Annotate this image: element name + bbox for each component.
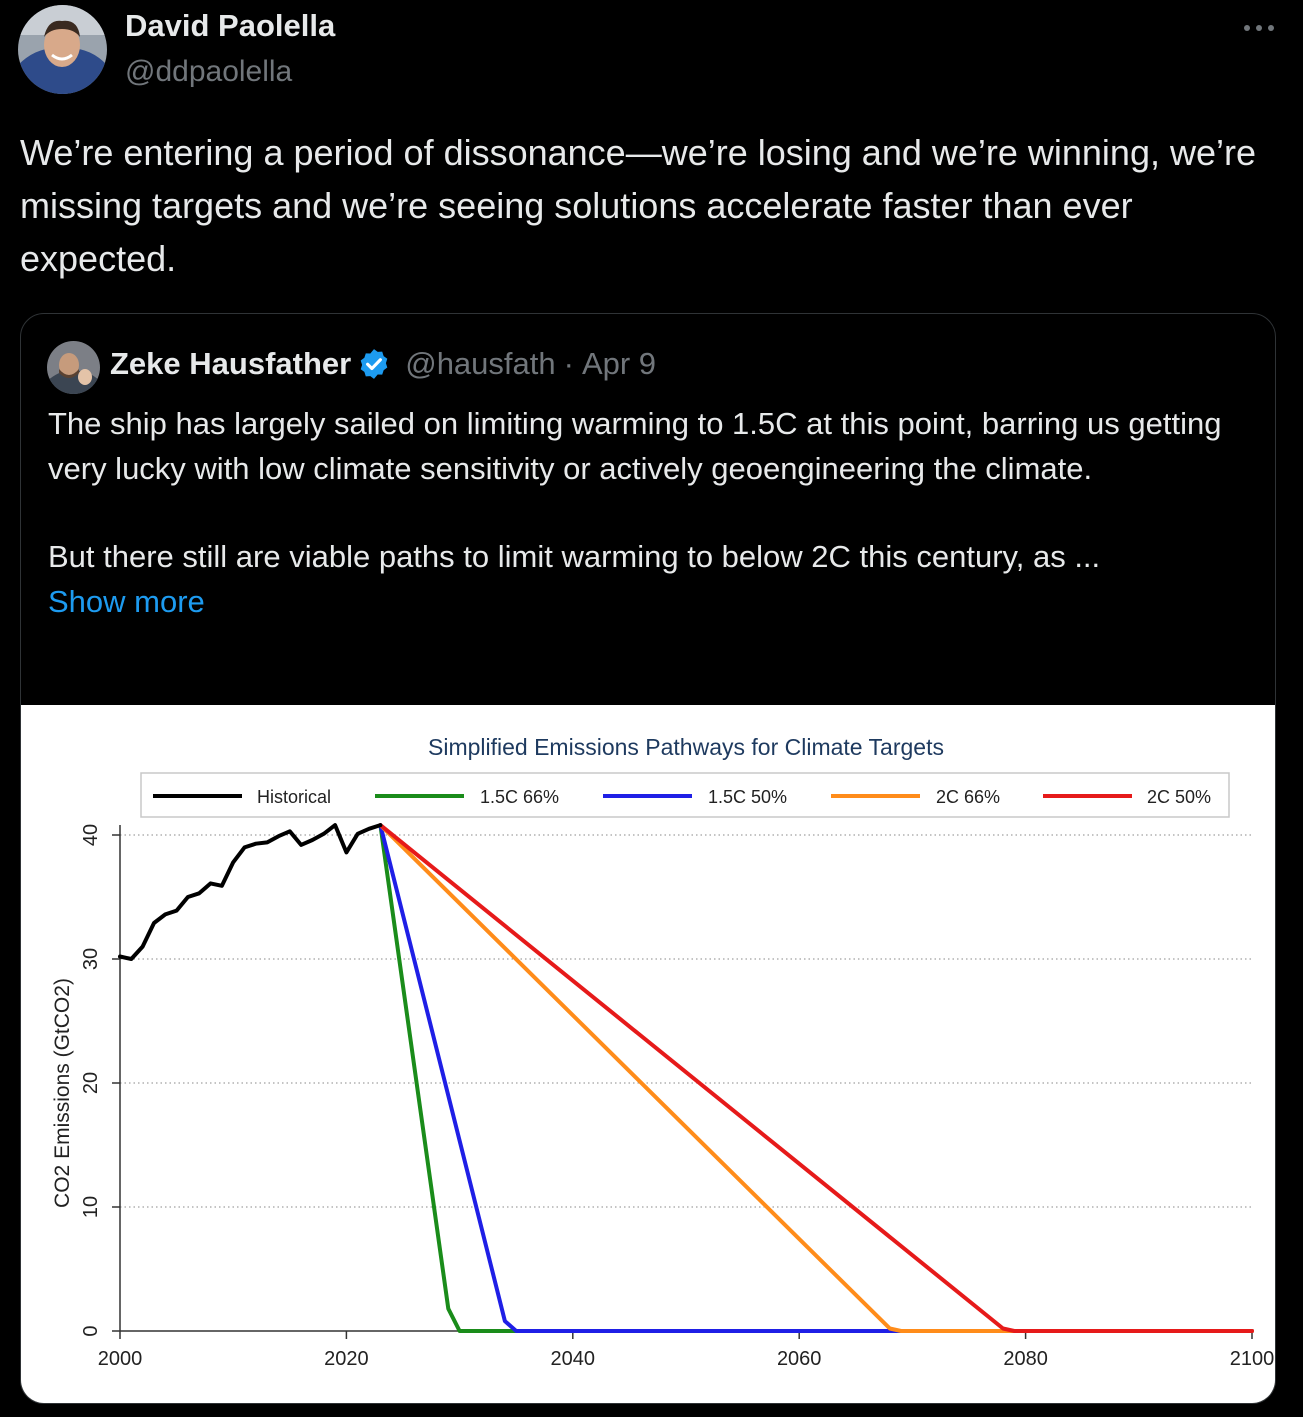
- x-tick-label-2000: 2000: [98, 1348, 143, 1370]
- y-axis-label: CO2 Emissions (GtCO2): [51, 978, 74, 1208]
- y-tick-label-40: 40: [80, 824, 102, 846]
- author-name[interactable]: David Paolella: [125, 8, 335, 44]
- show-more-link[interactable]: Show more: [48, 584, 205, 619]
- quoted-tweet-date[interactable]: Apr 9: [582, 346, 656, 382]
- quoted-tweet-card[interactable]: Zeke Hausfather @hausfath · Apr 9 The sh…: [20, 313, 1276, 1404]
- x-tick-label-2020: 2020: [324, 1348, 369, 1370]
- more-options-icon[interactable]: [1241, 18, 1277, 38]
- author-avatar[interactable]: [18, 5, 107, 94]
- header-separator: ·: [563, 346, 574, 381]
- verified-badge-icon: [357, 347, 391, 381]
- quoted-paragraph-1: The ship has largely sailed on limiting …: [48, 406, 1222, 486]
- y-tick-label-10: 10: [80, 1196, 102, 1218]
- legend-label-3: 2C 66%: [936, 787, 1000, 807]
- x-tick-label-2080: 2080: [1003, 1348, 1048, 1370]
- legend-label-1: 1.5C 66%: [480, 787, 559, 807]
- quoted-author-name[interactable]: Zeke Hausfather: [110, 346, 351, 382]
- quoted-author-handle[interactable]: @hausfath: [405, 346, 555, 382]
- quoted-paragraph-2: But there still are viable paths to limi…: [48, 539, 1101, 574]
- author-handle[interactable]: @ddpaolella: [125, 55, 292, 89]
- chart-title: Simplified Emissions Pathways for Climat…: [428, 734, 944, 760]
- legend-label-0: Historical: [257, 787, 331, 807]
- legend-label-2: 1.5C 50%: [708, 787, 787, 807]
- x-tick-label-2100: 2100: [1230, 1348, 1275, 1370]
- quoted-tweet-text: The ship has largely sailed on limiting …: [48, 402, 1248, 624]
- tweet-text: We’re entering a period of dissonance—we…: [20, 132, 1257, 279]
- emissions-chart[interactable]: Simplified Emissions Pathways for Climat…: [21, 705, 1275, 1403]
- series-line-3: [378, 823, 1254, 1333]
- chart-svg: Simplified Emissions Pathways for Climat…: [51, 734, 1275, 1370]
- legend-label-4: 2C 50%: [1147, 787, 1211, 807]
- x-tick-label-2060: 2060: [777, 1348, 822, 1370]
- y-tick-label-30: 30: [80, 948, 102, 970]
- y-tick-label-20: 20: [80, 1072, 102, 1094]
- quoted-author-avatar[interactable]: [47, 341, 100, 394]
- series-line-0: [118, 823, 383, 961]
- y-tick-label-0: 0: [80, 1325, 102, 1336]
- x-tick-label-2040: 2040: [551, 1348, 596, 1370]
